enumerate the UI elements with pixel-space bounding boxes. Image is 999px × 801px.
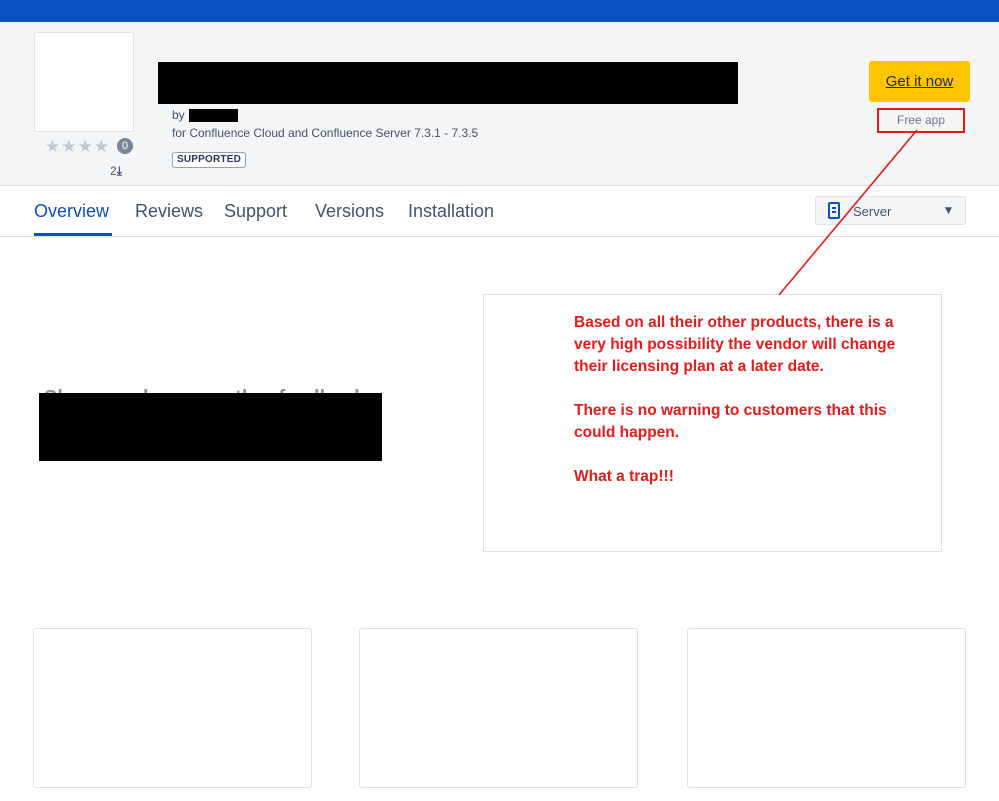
get-it-now-button[interactable]: Get it now <box>869 61 970 102</box>
free-app-label: Free app <box>877 108 965 133</box>
app-header: ★★★★ 0 2⤓ by for Confluence Cloud and Co… <box>0 22 999 186</box>
review-count-badge[interactable]: 0 <box>117 138 133 154</box>
app-logo <box>34 32 134 132</box>
top-nav-bar <box>0 0 999 22</box>
hosting-select[interactable]: Server ▼ <box>815 196 966 225</box>
compatibility-text: for Confluence Cloud and Confluence Serv… <box>172 126 479 140</box>
annotation-text: Based on all their other products, there… <box>574 312 924 510</box>
annotation-paragraph-1: Based on all their other products, there… <box>574 314 896 375</box>
screenshot-card-1[interactable] <box>33 628 312 788</box>
chevron-down-icon: ▼ <box>945 206 952 216</box>
hosting-select-value: Server <box>853 204 892 219</box>
rating-stars: ★★★★ <box>45 137 110 157</box>
install-count: 2⤓ <box>110 164 122 179</box>
tab-reviews[interactable]: Reviews <box>135 201 203 222</box>
server-icon <box>828 202 840 219</box>
vendor-line: by <box>172 108 185 122</box>
supported-badge: SUPPORTED <box>172 152 247 168</box>
annotation-paragraph-2: There is no warning to customers that th… <box>574 402 887 441</box>
install-count-value: 2 <box>110 164 117 178</box>
redacted-vendor-name[interactable] <box>189 109 238 122</box>
annotation-paragraph-3: What a trap!!! <box>574 468 674 485</box>
tab-support[interactable]: Support <box>224 201 287 222</box>
screenshot-card-3[interactable] <box>687 628 966 788</box>
screenshot-card-2[interactable] <box>359 628 638 788</box>
by-label: by <box>172 108 185 122</box>
download-icon: ⤓ <box>116 164 122 178</box>
active-tab-indicator <box>34 233 112 236</box>
redacted-app-title <box>158 62 738 104</box>
tab-installation[interactable]: Installation <box>408 201 494 222</box>
tab-versions[interactable]: Versions <box>315 201 384 222</box>
redacted-overview-text <box>39 393 382 461</box>
tab-overview[interactable]: Overview <box>34 201 109 222</box>
